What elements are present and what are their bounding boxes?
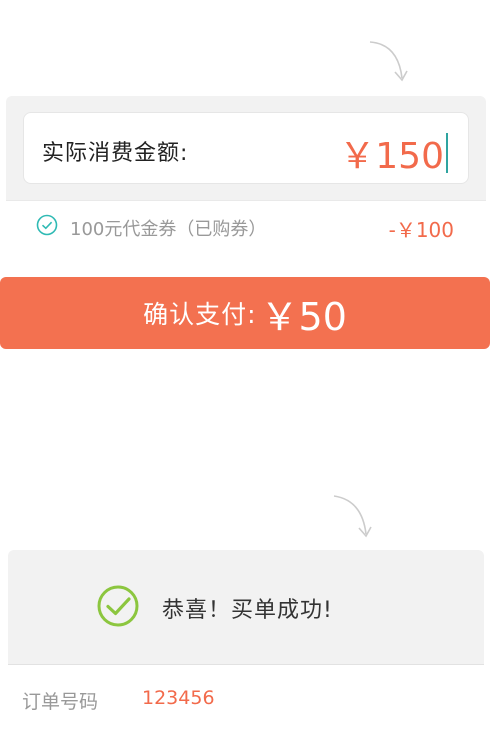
amount-value[interactable]: ￥150 [339,127,448,179]
order-number-value: 123456 [142,687,215,709]
amount-label: 实际消费金额: [42,141,189,166]
success-panel: 恭喜！买单成功! 订单号码 123456 [8,550,484,731]
success-check-icon [97,585,139,627]
success-message: 恭喜！买单成功! [162,598,333,623]
coupon-row[interactable]: 100元代金券（已购券） -￥100 [6,200,486,247]
order-number-label: 订单号码 [22,691,99,713]
coupon-discount: -￥100 [388,218,454,242]
order-number-row: 订单号码 123456 [8,664,484,731]
confirm-pay-label: 确认支付: [143,300,257,329]
curved-arrow-icon [369,41,408,82]
amount-input[interactable]: 实际消费金额: ￥150 [23,112,469,184]
curved-arrow-icon [333,495,372,538]
screen: 实际消费金额: ￥150 100元代金券（已购券） -￥100 确认支付: ￥5… [0,0,502,732]
confirm-pay-button[interactable]: 确认支付: ￥50 [0,277,490,349]
coupon-label: 100元代金券（已购券） [70,219,267,240]
check-circle-icon [36,214,58,236]
text-cursor [446,133,448,173]
payment-panel: 实际消费金额: ￥150 100元代金券（已购券） -￥100 [6,96,486,247]
amount-value-text: ￥150 [339,136,444,177]
confirm-pay-price: ￥50 [260,294,347,339]
